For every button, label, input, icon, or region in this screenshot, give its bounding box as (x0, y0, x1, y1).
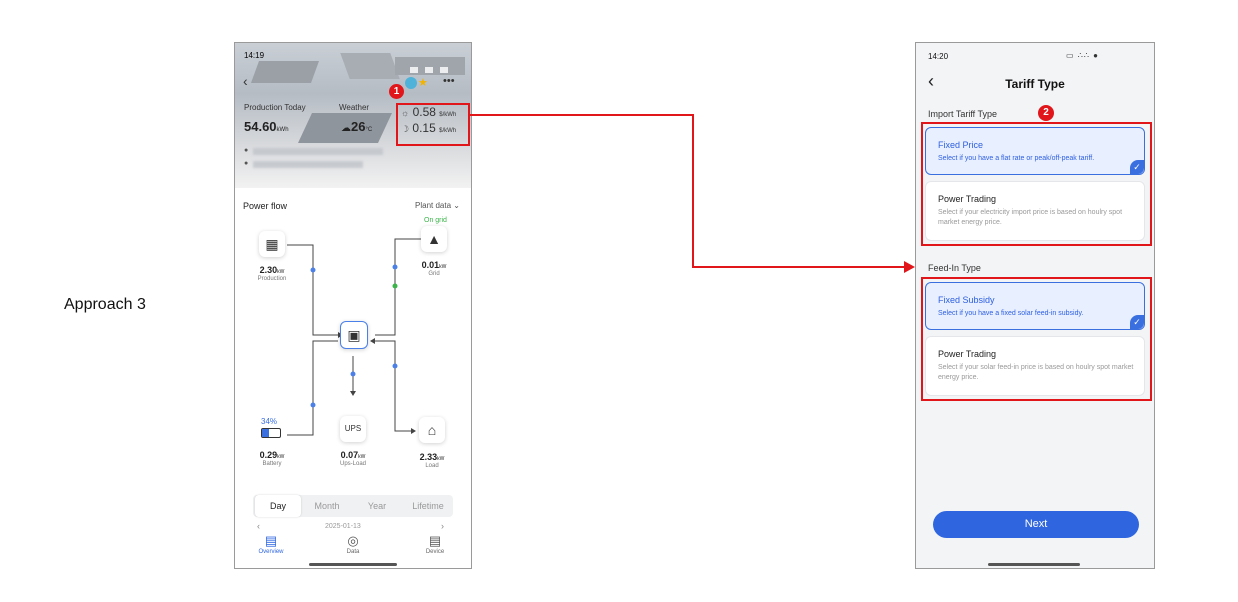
nav-device[interactable]: ▤ Device (415, 533, 455, 555)
nav-overview[interactable]: ▤ Overview (251, 533, 291, 555)
battery-icon[interactable] (261, 428, 281, 438)
data-icon: ◎ (347, 533, 359, 548)
tab-lifetime[interactable]: Lifetime (403, 495, 453, 517)
ups-load-value: 0.07kW (340, 450, 366, 460)
prev-date-icon[interactable]: ‹ (257, 521, 260, 531)
next-date-icon[interactable]: › (441, 521, 444, 531)
battery-label: Battery (262, 461, 282, 467)
tariff-type-screen: 14:20 ▭ ∴∴ ● ‹ Tariff Type Import Tariff… (915, 42, 1155, 569)
next-button[interactable]: Next (933, 511, 1139, 538)
power-flow-diagram (287, 238, 421, 436)
home-load-icon[interactable]: ⌂ (419, 417, 445, 443)
solar-panel-icon[interactable]: ▦ (259, 231, 285, 257)
connector-line-horizontal-2 (692, 266, 906, 268)
grid-value: 0.01kW (421, 260, 447, 270)
load-label: Load (425, 463, 439, 469)
battery-value: 0.29kW (259, 450, 285, 460)
feedin-highlight-box (921, 277, 1152, 401)
grid-tower-icon[interactable]: ▲ (421, 226, 447, 252)
tab-day[interactable]: Day (255, 495, 301, 517)
device-icon: ▤ (428, 533, 442, 548)
tab-month[interactable]: Month (303, 495, 351, 517)
step-badge-2: 2 (1038, 105, 1054, 121)
production-value: 2.30kW (259, 265, 285, 275)
ups-icon[interactable]: UPS (340, 416, 366, 442)
import-tariff-section-title: Import Tariff Type (928, 109, 998, 119)
approach-label: Approach 3 (64, 296, 146, 313)
inverter-icon[interactable]: ▣ (340, 321, 368, 349)
grid-label: Grid (428, 271, 440, 277)
page-title: Tariff Type (1005, 77, 1065, 91)
home-indicator (309, 563, 397, 566)
status-time: 14:20 (928, 52, 949, 61)
period-tabs: Day Month Year Lifetime (253, 495, 453, 517)
overview-icon: ▤ (264, 533, 278, 548)
ups-load-label: Ups-Load (339, 461, 366, 467)
connector-line-horizontal-1 (470, 114, 694, 116)
status-icons: ▭ ∴∴ ● (1066, 51, 1100, 60)
connector-line-vertical (692, 114, 694, 268)
production-label: Production (257, 276, 287, 282)
load-value: 2.33kW (419, 452, 445, 462)
home-indicator (988, 563, 1080, 566)
feed-in-section-title: Feed-In Type (928, 263, 981, 273)
battery-percent: 34% (261, 417, 278, 426)
tab-year[interactable]: Year (353, 495, 401, 517)
import-highlight-box (921, 122, 1152, 246)
overview-screen: 14:19 ‹ ★ ••• Production Today 54.60kWh … (234, 42, 472, 569)
nav-data[interactable]: ◎ Data (333, 533, 373, 555)
date-display[interactable]: 2025-01-13 (325, 523, 361, 530)
